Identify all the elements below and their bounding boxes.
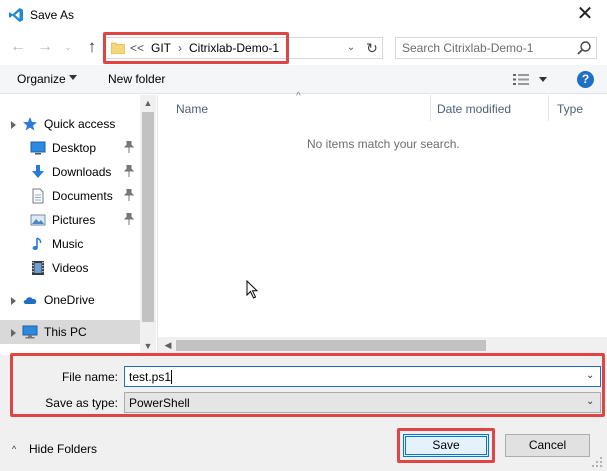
pictures-icon bbox=[30, 214, 46, 226]
sidebar-item-desktop[interactable]: Desktop bbox=[0, 136, 140, 160]
sidebar-item-label: Documents bbox=[52, 189, 113, 203]
pin-icon[interactable] bbox=[123, 164, 135, 177]
address-dropdown-icon[interactable]: ⌄ bbox=[344, 41, 358, 55]
search-icon[interactable] bbox=[576, 40, 592, 56]
chevron-up-icon[interactable]: ^ bbox=[12, 444, 22, 454]
pin-icon[interactable] bbox=[123, 140, 135, 153]
sidebar-item-videos[interactable]: Videos bbox=[0, 256, 140, 280]
mouse-cursor-icon bbox=[246, 280, 259, 299]
fields-highlight-box bbox=[10, 353, 605, 417]
close-icon[interactable]: ✕ bbox=[570, 2, 600, 28]
column-header-label: Date modified bbox=[437, 102, 512, 116]
scroll-down-icon[interactable]: ▼ bbox=[140, 338, 156, 354]
sidebar-item-this-pc[interactable]: This PC bbox=[0, 320, 140, 344]
navigation-pane: Quick access Desktop Downloads Documents bbox=[0, 95, 156, 355]
star-icon bbox=[23, 117, 37, 131]
expander-icon[interactable] bbox=[11, 329, 16, 337]
save-highlight-box bbox=[397, 428, 495, 463]
horizontal-scrollbar-thumb[interactable] bbox=[176, 340, 486, 351]
search-input[interactable]: Search Citrixlab-Demo-1 bbox=[395, 37, 597, 59]
back-arrow-icon[interactable]: ← bbox=[9, 38, 27, 56]
cancel-button[interactable]: Cancel bbox=[505, 434, 590, 457]
refresh-icon[interactable]: ↻ bbox=[364, 40, 380, 56]
sidebar-item-quick-access[interactable]: Quick access bbox=[0, 112, 140, 136]
search-placeholder: Search Citrixlab-Demo-1 bbox=[402, 41, 534, 55]
desktop-icon bbox=[30, 141, 46, 155]
cloud-icon bbox=[23, 297, 37, 304]
column-header-label: Name bbox=[176, 102, 209, 116]
scroll-left-icon[interactable]: ◀ bbox=[162, 339, 174, 352]
videos-icon bbox=[32, 261, 44, 275]
hide-folders-button[interactable]: Hide Folders bbox=[29, 442, 97, 456]
sidebar-item-music[interactable]: Music bbox=[0, 232, 140, 256]
up-arrow-icon[interactable]: ↑ bbox=[82, 37, 102, 57]
forward-arrow-icon[interactable]: → bbox=[36, 38, 54, 56]
sidebar-item-pictures[interactable]: Pictures bbox=[0, 208, 140, 232]
command-toolbar: Organize New folder ? bbox=[0, 65, 607, 94]
sidebar-item-label: Quick access bbox=[44, 117, 116, 131]
recent-locations-icon[interactable]: ⌄ bbox=[63, 40, 73, 54]
resize-grip-icon[interactable] bbox=[590, 455, 604, 469]
sidebar-item-label: Music bbox=[52, 237, 84, 251]
download-icon bbox=[32, 165, 44, 178]
sidebar-item-label: Desktop bbox=[52, 141, 97, 155]
empty-message: No items match your search. bbox=[307, 137, 460, 151]
sidebar-item-onedrive[interactable]: OneDrive bbox=[0, 288, 140, 312]
sidebar-item-label: Downloads bbox=[52, 165, 112, 179]
organize-button[interactable]: Organize bbox=[17, 72, 66, 86]
sidebar-item-label: Pictures bbox=[52, 213, 96, 227]
sidebar-item-label: Videos bbox=[52, 261, 89, 275]
column-header-date-modified[interactable]: Date modified bbox=[431, 95, 549, 121]
file-list[interactable] bbox=[157, 95, 607, 355]
sidebar-item-label: OneDrive bbox=[44, 293, 95, 307]
title-bar: Save As ✕ bbox=[0, 0, 607, 31]
pin-icon[interactable] bbox=[123, 188, 135, 201]
help-icon[interactable]: ? bbox=[577, 71, 594, 88]
chevron-down-icon[interactable] bbox=[69, 75, 77, 80]
sidebar-item-downloads[interactable]: Downloads bbox=[0, 160, 140, 184]
nav-scrollbar-thumb[interactable] bbox=[142, 112, 154, 322]
window-title: Save As bbox=[30, 8, 75, 22]
expander-icon[interactable] bbox=[11, 297, 16, 305]
computer-icon bbox=[22, 325, 38, 339]
vscode-icon bbox=[9, 8, 23, 22]
column-header-type[interactable]: Type bbox=[549, 95, 607, 121]
sidebar-item-documents[interactable]: Documents bbox=[0, 184, 140, 208]
address-highlight-box bbox=[103, 32, 289, 64]
view-options-icon[interactable] bbox=[513, 73, 529, 86]
sort-ascending-icon: ^ bbox=[296, 91, 301, 102]
pin-icon[interactable] bbox=[123, 212, 135, 225]
scroll-up-icon[interactable]: ▲ bbox=[140, 95, 156, 111]
view-dropdown-icon[interactable] bbox=[539, 77, 547, 82]
music-icon bbox=[32, 237, 42, 250]
column-header-label: Type bbox=[557, 102, 584, 116]
sidebar-item-label: This PC bbox=[44, 325, 87, 339]
expander-icon[interactable] bbox=[11, 121, 16, 129]
documents-icon bbox=[32, 188, 44, 204]
new-folder-button[interactable]: New folder bbox=[108, 72, 165, 86]
